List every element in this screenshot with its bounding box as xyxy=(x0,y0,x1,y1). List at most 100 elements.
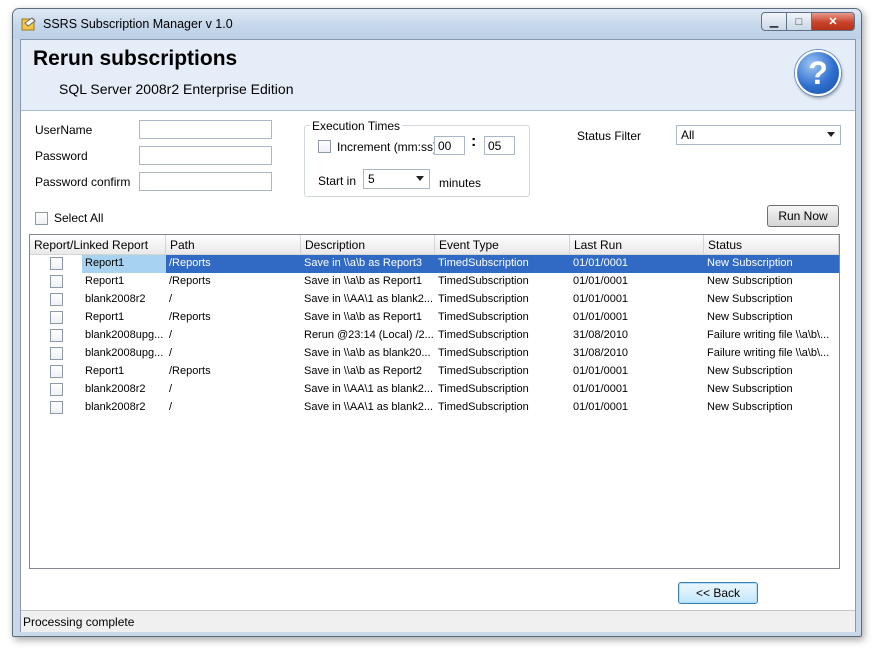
close-button[interactable]: ✕ xyxy=(811,12,855,31)
password-label: Password xyxy=(35,149,88,163)
minutes-label: minutes xyxy=(439,176,482,190)
cell-description: Save in \\AA\1 as blank2... xyxy=(304,293,434,305)
title-bar[interactable]: SSRS Subscription Manager v 1.0 ▁ □ ✕ xyxy=(13,9,861,39)
client-area: Rerun subscriptions SQL Server 2008r2 En… xyxy=(20,39,856,632)
row-checkbox[interactable] xyxy=(50,275,63,288)
help-icon[interactable]: ? xyxy=(795,50,841,96)
table-row[interactable]: Report1/Reports Save in \\a\b as Report1 T… xyxy=(30,273,839,291)
cell-last-run: 31/08/2010 xyxy=(573,329,629,341)
time-separator: : xyxy=(471,133,477,150)
app-icon xyxy=(21,17,36,31)
cell-path: /Reports xyxy=(166,255,301,273)
password-input[interactable] xyxy=(139,146,272,165)
table-row[interactable]: Report1/Reports Save in \\a\b as Report2 T… xyxy=(30,363,839,381)
cell-path: / xyxy=(169,383,173,395)
cell-last-run: 01/01/0001 xyxy=(573,293,629,305)
row-checkbox[interactable] xyxy=(50,293,63,306)
app-window: SSRS Subscription Manager v 1.0 ▁ □ ✕ Re… xyxy=(12,8,862,637)
row-checkbox[interactable] xyxy=(50,311,63,324)
execution-times-group: Execution Times Increment (mm:ss) 00 : 0… xyxy=(304,119,530,197)
increment-label: Increment (mm:ss) xyxy=(337,140,438,154)
cell-report: Report1 xyxy=(85,311,125,323)
increment-minutes-input[interactable]: 00 xyxy=(434,136,465,155)
cell-event-type: TimedSubscription xyxy=(438,329,529,341)
subscriptions-table[interactable]: Report/Linked Report Path Description Ev… xyxy=(29,234,840,569)
cell-status: New Subscription xyxy=(707,275,793,287)
cell-path: /Reports xyxy=(169,311,211,323)
cell-status: Failure writing file \\a\b\... xyxy=(707,347,830,359)
cell-path: / xyxy=(169,401,173,413)
cell-path: / xyxy=(169,329,173,341)
row-checkbox[interactable] xyxy=(50,401,63,414)
maximize-button[interactable]: □ xyxy=(786,12,812,31)
username-label: UserName xyxy=(35,123,93,137)
password-confirm-input[interactable] xyxy=(139,172,272,191)
table-row[interactable]: Report1/Reports Save in \\a\b as Report1 T… xyxy=(30,309,839,327)
start-in-value: 5 xyxy=(368,172,375,186)
row-checkbox[interactable] xyxy=(50,347,63,360)
cell-event-type: TimedSubscription xyxy=(438,311,529,323)
table-header: Report/Linked Report Path Description Ev… xyxy=(30,235,839,255)
chevron-down-icon xyxy=(416,176,424,181)
cell-report: blank2008r2 xyxy=(85,293,146,305)
cell-description: Save in \\a\b as Report1 xyxy=(304,311,423,323)
increment-checkbox[interactable] xyxy=(318,140,331,153)
cell-last-run: 01/01/0001 xyxy=(573,383,629,395)
table-row[interactable]: blank2008r2 / Save in \\AA\1 as blank2... T… xyxy=(30,399,839,417)
increment-seconds-input[interactable]: 05 xyxy=(484,136,515,155)
status-filter-label: Status Filter xyxy=(577,129,642,143)
back-button[interactable]: << Back xyxy=(678,582,758,604)
run-now-button[interactable]: Run Now xyxy=(767,205,839,227)
cell-last-run: 31/08/2010 xyxy=(573,347,629,359)
row-checkbox[interactable] xyxy=(50,329,63,342)
column-header-event-type[interactable]: Event Type xyxy=(435,235,570,254)
row-checkbox[interactable] xyxy=(50,257,63,270)
cell-status: New Subscription xyxy=(704,255,839,273)
cell-description: Save in \\a\b as blank20... xyxy=(304,347,431,359)
table-row[interactable]: blank2008upg... / Save in \\a\b as blank20… xyxy=(30,345,839,363)
start-in-select[interactable]: 5 xyxy=(363,169,430,189)
cell-description: Rerun @23:14 (Local) /2... xyxy=(304,329,434,341)
cell-last-run: 01/01/0001 xyxy=(573,401,629,413)
table-row[interactable]: blank2008upg... / Rerun @23:14 (Local) /2.… xyxy=(30,327,839,345)
cell-event-type: TimedSubscription xyxy=(438,347,529,359)
cell-event-type: TimedSubscription xyxy=(438,293,529,305)
window-title: SSRS Subscription Manager v 1.0 xyxy=(43,17,233,31)
column-header-path[interactable]: Path xyxy=(166,235,301,254)
execution-times-title: Execution Times xyxy=(310,119,403,133)
status-filter-select[interactable]: All xyxy=(676,125,841,145)
cell-description: Save in \\AA\1 as blank2... xyxy=(304,383,434,395)
minimize-button[interactable]: ▁ xyxy=(761,12,787,31)
column-header-status[interactable]: Status xyxy=(704,235,839,254)
table-row[interactable]: blank2008r2 / Save in \\AA\1 as blank2... T… xyxy=(30,291,839,309)
cell-description: Save in \\a\b as Report1 xyxy=(304,275,423,287)
cell-report: blank2008upg... xyxy=(85,347,164,359)
table-row[interactable]: Report1/Reports Save in \\a\b as Report3 T… xyxy=(30,255,839,273)
page-header: Rerun subscriptions SQL Server 2008r2 En… xyxy=(21,40,855,111)
select-all-checkbox[interactable] xyxy=(35,212,48,225)
cell-description: Save in \\AA\1 as blank2... xyxy=(304,401,434,413)
page-subtitle: SQL Server 2008r2 Enterprise Edition xyxy=(59,81,294,97)
cell-path: /Reports xyxy=(169,275,211,287)
cell-path: / xyxy=(169,293,173,305)
cell-report: blank2008r2 xyxy=(85,383,146,395)
status-filter-value: All xyxy=(681,128,695,142)
cell-last-run: 01/01/0001 xyxy=(573,311,629,323)
cell-status: New Subscription xyxy=(707,293,793,305)
column-header-description[interactable]: Description xyxy=(301,235,435,254)
row-checkbox[interactable] xyxy=(50,365,63,378)
status-bar: Processing complete xyxy=(21,610,855,632)
cell-report: Report1 xyxy=(85,275,125,287)
cell-event-type: TimedSubscription xyxy=(438,275,529,287)
cell-status: New Subscription xyxy=(707,383,793,395)
cell-report: blank2008upg... xyxy=(85,329,164,341)
username-input[interactable] xyxy=(139,120,272,139)
cell-event-type: TimedSubscription xyxy=(438,365,529,377)
column-header-last-run[interactable]: Last Run xyxy=(570,235,704,254)
row-checkbox[interactable] xyxy=(50,383,63,396)
cell-path: / xyxy=(169,347,173,359)
cell-status: New Subscription xyxy=(707,401,793,413)
column-header-report[interactable]: Report/Linked Report xyxy=(30,235,166,254)
table-row[interactable]: blank2008r2 / Save in \\AA\1 as blank2... T… xyxy=(30,381,839,399)
cell-last-run: 01/01/0001 xyxy=(573,275,629,287)
